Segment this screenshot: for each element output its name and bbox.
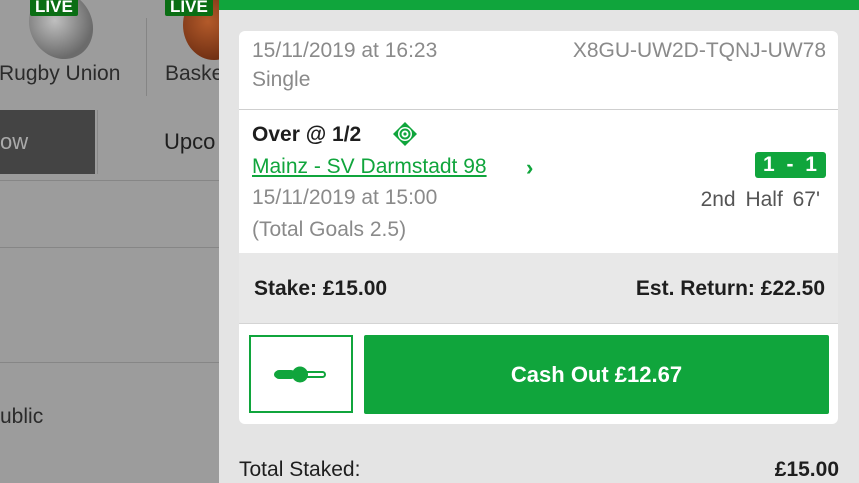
cash-out-icon <box>393 122 417 146</box>
slider-toggle-icon <box>274 366 326 383</box>
my-bets-panel: 15/11/2019 at 16:23 X8GU-UW2D-TQNJ-UW78 … <box>219 0 859 483</box>
bet-placed-date: 15/11/2019 at 16:23 <box>252 39 438 62</box>
tab-upcoming[interactable]: Upco <box>97 110 237 174</box>
match-period: 2nd Half 67' <box>700 188 820 211</box>
panel-top-bar <box>219 0 859 10</box>
bet-header: 15/11/2019 at 16:23 X8GU-UW2D-TQNJ-UW78 … <box>239 31 838 110</box>
sport-label-rugby[interactable]: Rugby Union <box>0 62 120 86</box>
partial-cash-out-toggle-button[interactable] <box>249 335 353 413</box>
background-app: LIVE Rugby Union LIVE Baske ow ublic <box>0 0 220 483</box>
live-score-badge: 1 - 1 <box>754 152 826 178</box>
stake-amount: Stake: £15.00 <box>254 277 388 300</box>
divider <box>0 180 220 181</box>
live-badge: LIVE <box>30 0 78 16</box>
bet-type: Single <box>252 68 311 91</box>
bet-card: 15/11/2019 at 16:23 X8GU-UW2D-TQNJ-UW78 … <box>239 31 838 424</box>
divider <box>0 247 220 248</box>
cash-out-button[interactable]: Cash Out £12.67 <box>364 335 829 414</box>
divider <box>146 18 147 96</box>
selection-label: Over @ 1/2 <box>252 123 362 146</box>
list-item-label: ublic <box>0 405 44 428</box>
estimated-return: Est. Return: £22.50 <box>635 277 825 300</box>
chevron-right-icon[interactable]: › <box>526 155 533 181</box>
match-link[interactable]: Mainz - SV Darmstadt 98 <box>252 155 487 179</box>
sport-label-basketball[interactable]: Baske <box>165 62 220 86</box>
market-label: (Total Goals 2.5) <box>252 218 407 241</box>
total-staked-value: £15.00 <box>774 458 839 481</box>
tab-now[interactable]: ow <box>0 110 95 174</box>
match-date: 15/11/2019 at 15:00 <box>252 186 438 209</box>
live-badge: LIVE <box>165 0 213 16</box>
stake-row: Stake: £15.00 Est. Return: £22.50 <box>239 253 838 324</box>
divider <box>0 362 220 363</box>
bet-reference: X8GU-UW2D-TQNJ-UW78 <box>572 39 826 62</box>
total-staked-label: Total Staked: <box>239 458 361 481</box>
